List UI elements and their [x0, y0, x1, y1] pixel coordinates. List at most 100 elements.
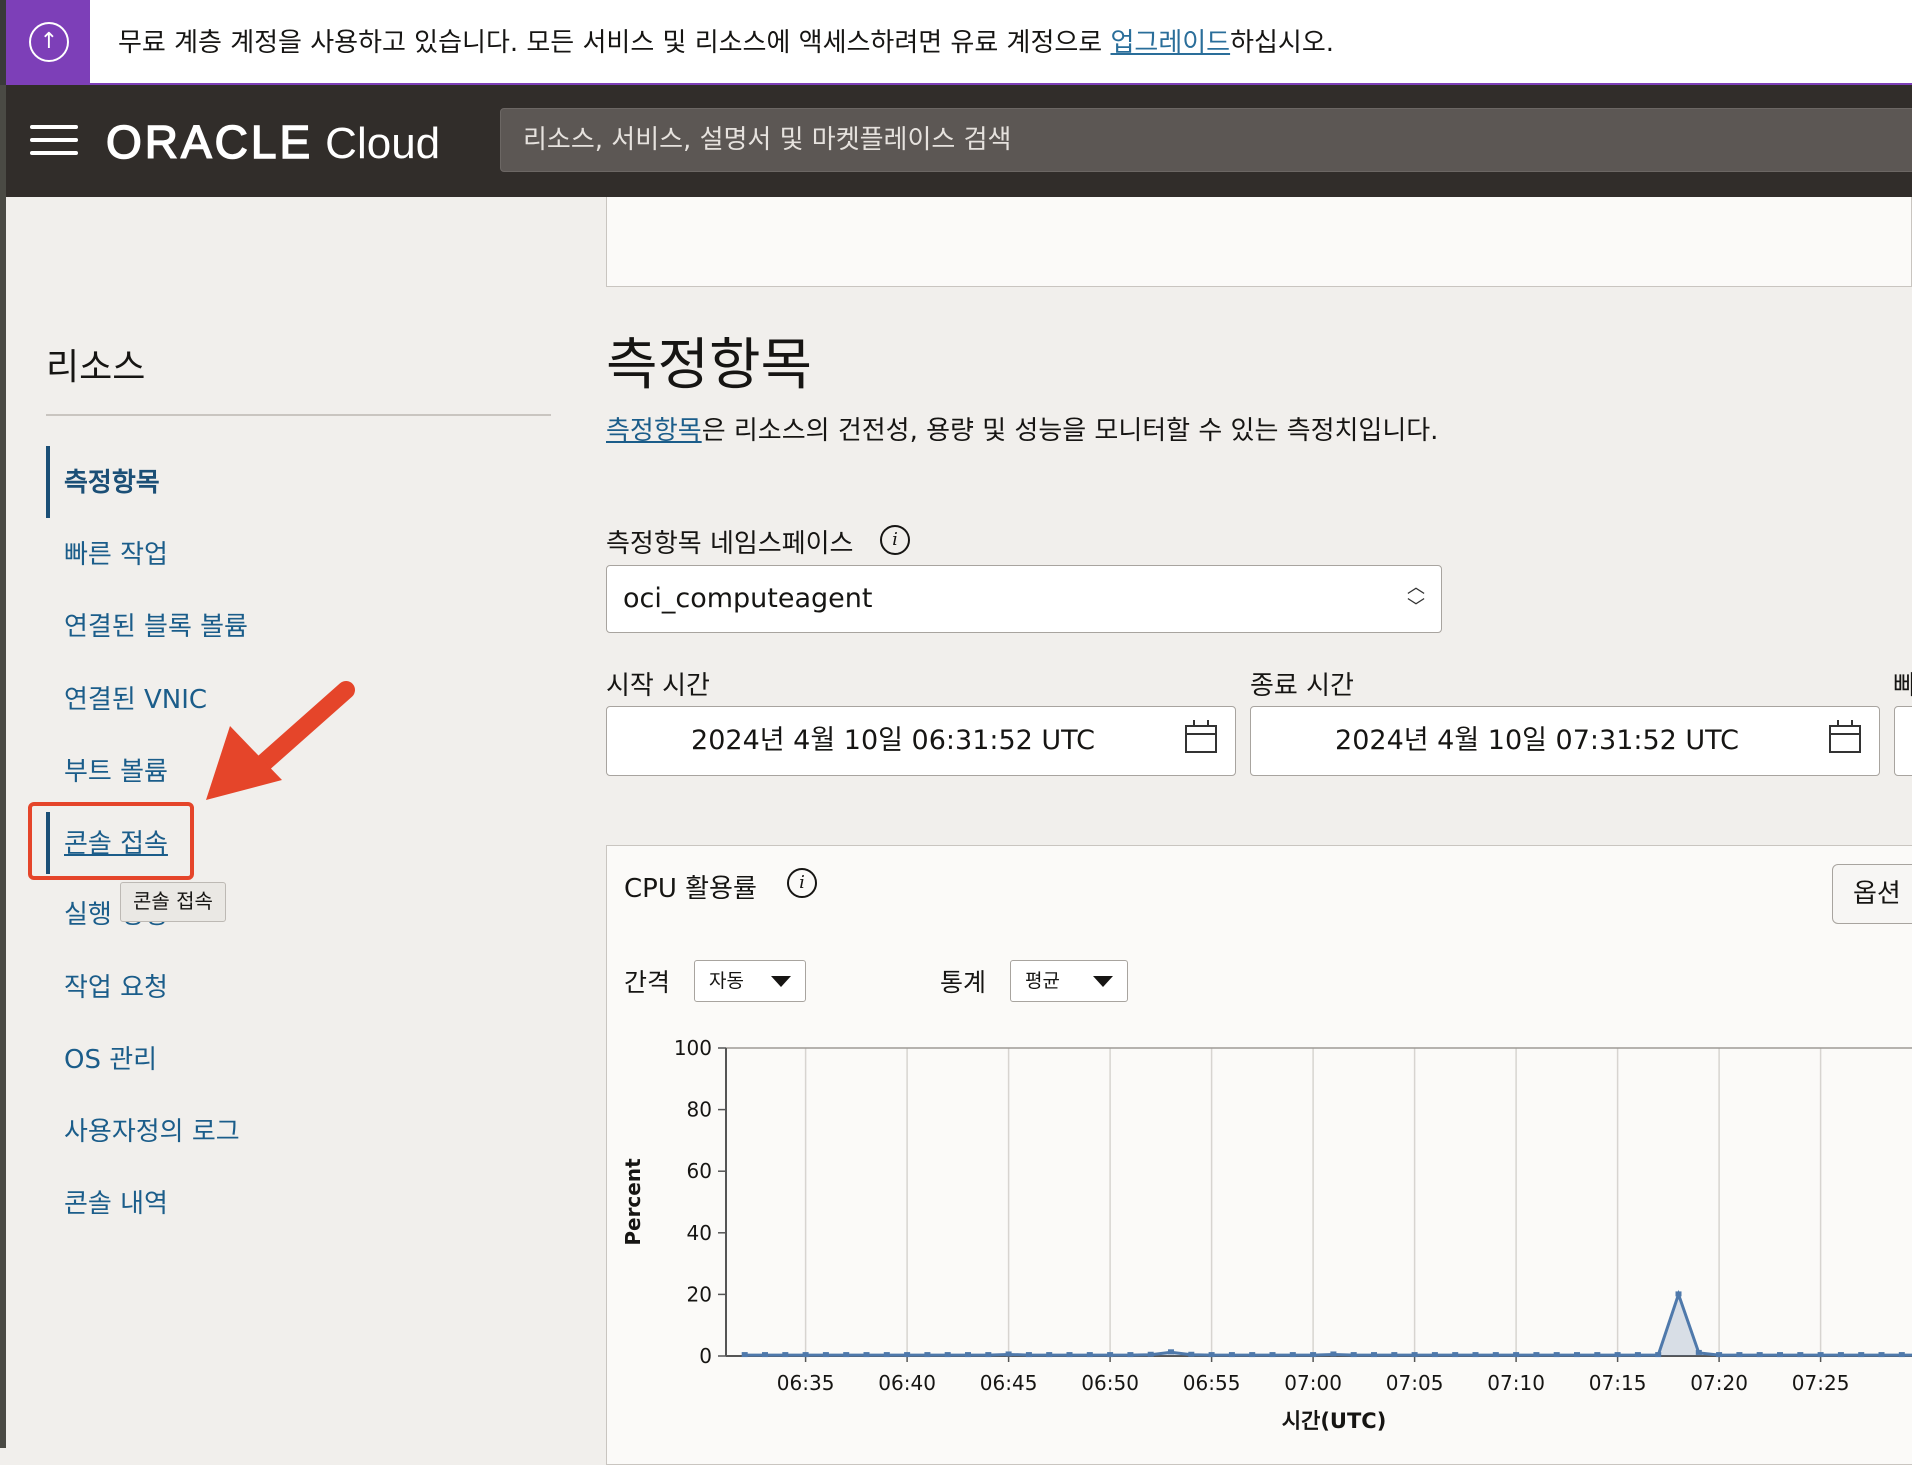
- caret-down-icon: [1093, 976, 1113, 987]
- data-point: [1188, 1351, 1195, 1357]
- interval-label: 간격: [624, 968, 671, 997]
- data-point: [1614, 1352, 1621, 1358]
- details-panel: [606, 197, 1912, 287]
- data-point: [1492, 1352, 1499, 1358]
- data-point: [883, 1352, 890, 1358]
- y-tick-label: 80: [687, 1098, 712, 1122]
- data-point: [1817, 1352, 1824, 1358]
- data-point: [1086, 1352, 1093, 1358]
- data-point: [965, 1352, 972, 1358]
- data-point: [843, 1352, 850, 1358]
- chart-title: CPU 활용률: [624, 874, 757, 904]
- data-point: [1655, 1352, 1662, 1358]
- cut-off-label: 빠: [1893, 671, 1912, 701]
- upgrade-banner: ↑ 무료 계층 계정을 사용하고 있습니다. 모든 서비스 및 리소스에 액세스…: [0, 0, 1912, 85]
- info-icon[interactable]: i: [787, 868, 817, 898]
- calendar-icon[interactable]: [1185, 720, 1217, 753]
- series-line: [744, 1289, 1912, 1357]
- namespace-select[interactable]: oci_computeagent ︿ ﹀: [606, 565, 1442, 633]
- statistic-select[interactable]: 평균: [1010, 960, 1128, 1002]
- data-point: [1107, 1352, 1114, 1358]
- cut-off-input[interactable]: [1894, 706, 1912, 776]
- data-point: [741, 1352, 748, 1358]
- data-point: [1147, 1351, 1154, 1357]
- sidebar-item-attached-block-volumes[interactable]: 연결된 블록 볼륨: [64, 606, 248, 643]
- active-nav-indicator: [46, 446, 50, 518]
- highlight-box: [28, 802, 194, 880]
- y-tick-label: 40: [687, 1221, 712, 1245]
- description-text: 은 리소스의 건전성, 용량 및 성능을 모니터할 수 있는 측정치입니다.: [701, 416, 1439, 446]
- sidebar-item-os-management[interactable]: OS 관리: [64, 1039, 157, 1076]
- sidebar-item-metrics[interactable]: 측정항목: [64, 462, 160, 499]
- data-point: [863, 1352, 870, 1358]
- banner-message: 무료 계층 계정을 사용하고 있습니다. 모든 서비스 및 리소스에 액세스하려…: [118, 22, 1334, 59]
- data-point: [1127, 1352, 1134, 1358]
- data-point: [1756, 1352, 1763, 1358]
- banner-text-end: 하십시오.: [1230, 28, 1335, 58]
- data-point: [1513, 1352, 1520, 1358]
- end-time-value: 2024년 4월 10일 07:31:52 UTC: [1335, 725, 1739, 756]
- data-point: [1553, 1352, 1560, 1358]
- cpu-utilization-chart: 06:35 06:40 06:45 06:50 06:55 07:00 07:05 07:10…: [621, 1036, 1912, 1433]
- info-icon[interactable]: i: [880, 525, 910, 555]
- arrow-up-circle-icon: ↑: [29, 22, 69, 62]
- x-tick-label: 06:55: [1183, 1371, 1241, 1395]
- annotation-arrow: [206, 681, 355, 800]
- chevron-up-down-icon: ︿ ﹀: [1407, 577, 1425, 618]
- data-point: [762, 1352, 769, 1358]
- data-point: [1046, 1352, 1053, 1358]
- y-axis-label: Percent: [621, 1158, 645, 1246]
- window-edge-strip: [0, 85, 6, 1448]
- oracle-cloud-logo[interactable]: ORACLE Cloud: [105, 115, 440, 169]
- data-point: [1249, 1352, 1256, 1358]
- sidebar-item-boot-volume[interactable]: 부트 볼륨: [64, 751, 168, 788]
- x-axis-label: 시간(UTC): [1282, 1409, 1387, 1433]
- resources-divider: [46, 414, 551, 416]
- sidebar-item-console-history[interactable]: 콘솔 내역: [64, 1183, 168, 1220]
- data-point: [1533, 1352, 1540, 1358]
- options-button[interactable]: 옵션: [1832, 864, 1912, 924]
- y-tick-label: 60: [687, 1159, 712, 1183]
- sidebar-item-work-requests[interactable]: 작업 요청: [64, 967, 168, 1004]
- search-input[interactable]: 리소스, 서비스, 설명서 및 마켓플레이스 검색: [500, 108, 1912, 172]
- data-point: [1005, 1351, 1012, 1357]
- sidebar-item-attached-vnics[interactable]: 연결된 VNIC: [64, 679, 207, 716]
- data-point: [1898, 1352, 1905, 1358]
- data-point: [1208, 1352, 1215, 1358]
- x-tick-label: 06:50: [1081, 1371, 1139, 1395]
- x-tick-label: 07:25: [1792, 1371, 1850, 1395]
- calendar-icon[interactable]: [1829, 720, 1861, 753]
- data-point: [1350, 1352, 1357, 1358]
- data-point: [1574, 1352, 1581, 1358]
- data-point: [1472, 1352, 1479, 1358]
- y-tick-label: 20: [687, 1282, 712, 1306]
- sidebar-item-quick-actions[interactable]: 빠른 작업: [64, 534, 168, 571]
- interval-select[interactable]: 자동: [694, 960, 806, 1002]
- hamburger-menu-icon[interactable]: [30, 125, 78, 159]
- data-point: [1634, 1352, 1641, 1358]
- start-time-value: 2024년 4월 10일 06:31:52 UTC: [691, 725, 1095, 756]
- sidebar-item-custom-logs[interactable]: 사용자정의 로그: [64, 1111, 240, 1148]
- data-point: [1228, 1352, 1235, 1358]
- banner-icon-box: ↑: [6, 0, 90, 85]
- x-tick-label: 06:40: [878, 1371, 936, 1395]
- interval-value: 자동: [709, 970, 744, 992]
- upgrade-link[interactable]: 업그레이드: [1110, 28, 1230, 58]
- caret-down-icon: [771, 976, 791, 987]
- data-point: [1777, 1352, 1784, 1358]
- metrics-link[interactable]: 측정항목: [606, 416, 702, 446]
- namespace-value: oci_computeagent: [623, 583, 873, 614]
- x-tick-label: 07:15: [1589, 1371, 1647, 1395]
- x-tick-label: 07:00: [1284, 1371, 1342, 1395]
- data-point: [1289, 1352, 1296, 1358]
- page-title: 측정항목: [606, 333, 813, 398]
- data-point: [924, 1352, 931, 1358]
- namespace-label: 측정항목 네임스페이스: [606, 529, 854, 559]
- start-time-input[interactable]: 2024년 4월 10일 06:31:52 UTC: [606, 706, 1236, 776]
- data-point: [1431, 1352, 1438, 1358]
- x-tick-label: 06:35: [777, 1371, 835, 1395]
- end-time-input[interactable]: 2024년 4월 10일 07:31:52 UTC: [1250, 706, 1880, 776]
- data-point: [782, 1352, 789, 1358]
- y-tick-label: 100: [674, 1036, 712, 1060]
- data-point: [1837, 1352, 1844, 1358]
